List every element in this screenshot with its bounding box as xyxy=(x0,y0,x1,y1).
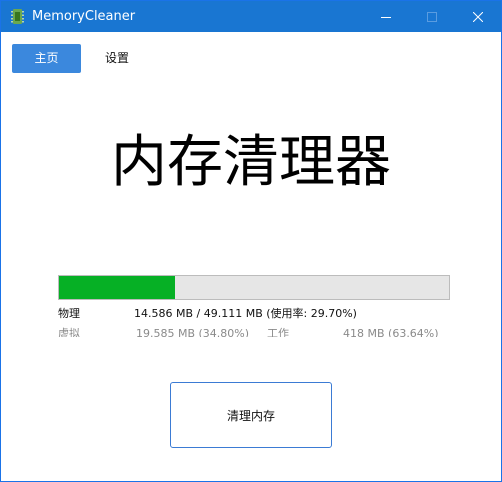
app-window: MemoryCleaner 主页 设置 内存清理器 物理 14.586 MB /… xyxy=(0,0,502,482)
maximize-icon xyxy=(427,11,437,22)
app-heading: 内存清理器 xyxy=(111,130,391,195)
minimize-button[interactable] xyxy=(363,1,409,32)
window-title: MemoryCleaner xyxy=(32,9,136,24)
title-bar[interactable]: MemoryCleaner xyxy=(1,1,501,32)
working-memory-label: 工作 xyxy=(267,327,289,337)
clean-memory-button[interactable]: 清理内存 xyxy=(170,382,332,448)
physical-memory-label: 物理 xyxy=(58,307,80,320)
maximize-button[interactable] xyxy=(409,1,455,32)
working-memory-value: 418 MB (63.64%) xyxy=(343,327,439,337)
tab-home[interactable]: 主页 xyxy=(12,44,81,73)
virtual-memory-value: 19.585 MB (34.80%) xyxy=(136,327,250,337)
virtual-memory-label: 虚拟 xyxy=(58,327,80,337)
close-icon xyxy=(473,11,483,22)
minimize-icon xyxy=(381,16,391,18)
memory-chip-icon xyxy=(11,9,24,24)
memory-usage-progress-bar xyxy=(58,275,450,300)
physical-memory-value: 14.586 MB / 49.111 MB (使用率: 29.70%) xyxy=(134,307,357,320)
close-button[interactable] xyxy=(455,1,501,32)
memory-usage-fill xyxy=(59,276,175,299)
tab-settings[interactable]: 设置 xyxy=(93,44,141,73)
